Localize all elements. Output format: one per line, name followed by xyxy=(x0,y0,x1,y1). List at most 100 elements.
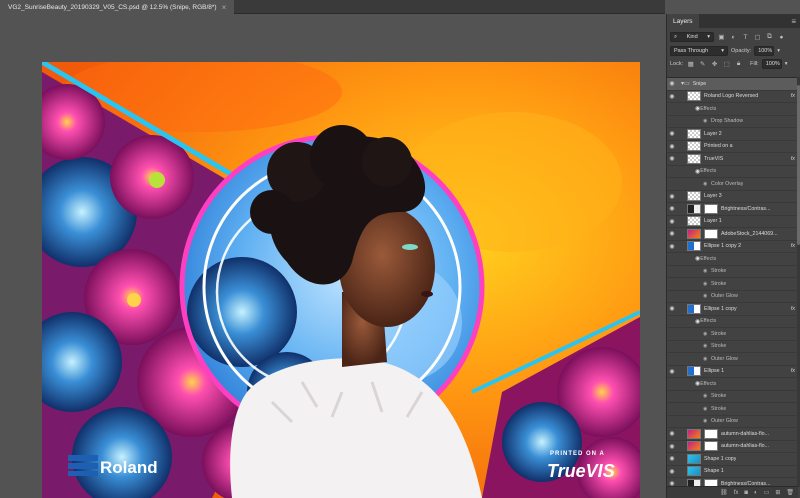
layer-row[interactable]: ◉ TrueVIS fx xyxy=(667,153,798,166)
layer-row[interactable]: ◉ Outer Glow xyxy=(667,353,798,366)
layer-row[interactable]: ◉ Ellipse 1 fx xyxy=(667,366,798,378)
blend-mode-select[interactable]: Pass Through ▾ xyxy=(670,45,728,56)
document-tab[interactable]: VG2_SunriseBeauty_20190329_V05_CS.psd @ … xyxy=(0,0,235,14)
lock-position-icon[interactable]: ✥ xyxy=(710,59,719,68)
layer-row[interactable]: ◉ autumn-dahlias-flo... xyxy=(667,441,798,453)
filter-toggle-icon[interactable]: ● xyxy=(777,33,786,42)
visibility-eye-icon[interactable]: ◉ xyxy=(667,130,677,137)
visibility-eye-icon[interactable]: ◉ xyxy=(667,218,677,225)
type-filter-icon[interactable]: T xyxy=(741,33,750,42)
canvas-workspace[interactable]: Roland PRINTED ON A TrueVIS xyxy=(0,14,665,498)
filter-kind-select[interactable]: ⌕ Kind ▾ xyxy=(670,32,714,42)
chevron-down-icon[interactable]: ▾ xyxy=(777,48,780,54)
effect-visibility-icon[interactable]: ◉ xyxy=(703,343,711,349)
visibility-eye-icon[interactable]: ◉ xyxy=(667,155,677,162)
close-tab-icon[interactable]: × xyxy=(222,3,227,12)
layer-row[interactable]: ◉ autumn-dahlias-flo... xyxy=(667,428,798,441)
visibility-eye-icon[interactable]: ◉ xyxy=(667,243,677,250)
visibility-eye-icon[interactable]: ◉ xyxy=(667,205,677,212)
layer-row[interactable]: ◉ Stroke xyxy=(667,391,798,403)
layer-row[interactable]: ◉ Outer Glow xyxy=(667,291,798,303)
layer-name: Brightness/Contras... xyxy=(721,205,771,212)
fill-field[interactable]: 100% xyxy=(761,58,782,69)
lock-artboard-icon[interactable]: ⬚ xyxy=(722,59,731,68)
visibility-eye-icon[interactable]: ◉ xyxy=(667,455,677,462)
new-group-icon[interactable]: ▭ xyxy=(764,489,770,496)
layer-effects-icon[interactable]: fx xyxy=(791,156,795,162)
lock-transparent-icon[interactable]: ▦ xyxy=(686,59,695,68)
trash-icon[interactable]: 🗑︎ xyxy=(786,489,794,496)
layer-row[interactable]: ◉ Effects xyxy=(667,316,798,328)
add-mask-icon[interactable]: ◙ xyxy=(744,490,748,496)
layer-row[interactable]: ◉ Layer 2 xyxy=(667,128,798,141)
opacity-field[interactable]: 100% xyxy=(754,45,775,56)
layer-row[interactable]: ◉ Effects xyxy=(667,103,798,116)
layer-row[interactable]: ◉ ▾ ▭ Snipe xyxy=(667,78,798,91)
layer-row[interactable]: ◉ Stroke xyxy=(667,266,798,278)
layer-row[interactable]: ◉ Drop Shadow xyxy=(667,116,798,128)
layer-thumbnail-icon xyxy=(687,91,701,102)
pixel-filter-icon[interactable]: ▣ xyxy=(717,33,726,42)
layer-name: Layer 3 xyxy=(704,193,722,200)
layer-row[interactable]: ◉ Shape 1 copy xyxy=(667,453,798,466)
layer-row[interactable]: ◉ Stroke xyxy=(667,328,798,341)
layer-row[interactable]: ◉ Stroke xyxy=(667,341,798,353)
layer-row[interactable]: ◉ Roland Logo Reversed fx xyxy=(667,91,798,103)
layer-thumbnail-icon xyxy=(687,453,701,464)
layer-row[interactable]: ◉ Stroke xyxy=(667,278,798,291)
layer-row[interactable]: ◉ Shape 1 xyxy=(667,466,798,478)
layer-row[interactable]: ◉ Effects xyxy=(667,378,798,391)
layer-row[interactable]: ◉ Ellipse 1 copy fx xyxy=(667,303,798,316)
visibility-eye-icon[interactable]: ◉ xyxy=(667,443,677,450)
visibility-eye-icon[interactable]: ◉ xyxy=(667,93,677,100)
effect-visibility-icon[interactable]: ◉ xyxy=(703,293,711,299)
visibility-eye-icon[interactable]: ◉ xyxy=(667,368,677,375)
layer-row[interactable]: ◉ Layer 1 xyxy=(667,216,798,228)
visibility-eye-icon[interactable]: ◉ xyxy=(667,143,677,150)
layer-row[interactable]: ◉ Outer Glow xyxy=(667,416,798,428)
adjustment-filter-icon[interactable]: ◐ xyxy=(729,33,738,42)
effect-visibility-icon[interactable]: ◉ xyxy=(703,356,711,362)
layer-row[interactable]: ◉ Layer 3 xyxy=(667,191,798,203)
effect-visibility-icon[interactable]: ◉ xyxy=(703,418,711,424)
smart-object-filter-icon[interactable]: ⧉ xyxy=(765,33,774,42)
layer-row[interactable]: ◉ Printed on a xyxy=(667,141,798,153)
layers-list[interactable]: ◉ ▾ ▭ Snipe ◉ Roland Logo Reversed fx ◉ Effects… xyxy=(667,77,798,487)
tab-layers[interactable]: Layers xyxy=(667,14,699,28)
effect-visibility-icon[interactable]: ◉ xyxy=(703,281,711,287)
visibility-eye-icon[interactable]: ◉ xyxy=(667,305,677,312)
new-layer-icon[interactable]: ⊞ xyxy=(775,489,780,496)
visibility-eye-icon[interactable]: ◉ xyxy=(667,468,677,475)
effect-visibility-icon[interactable]: ◉ xyxy=(703,268,711,274)
layer-row[interactable]: ◉ Ellipse 1 copy 2 fx xyxy=(667,241,798,253)
new-adjustment-icon[interactable]: ◐ xyxy=(754,490,758,496)
visibility-eye-icon[interactable]: ◉ xyxy=(667,80,677,87)
layer-row[interactable]: ◉ Color Overlay xyxy=(667,178,798,191)
layer-row[interactable]: ◉ Effects xyxy=(667,166,798,178)
chevron-down-icon[interactable]: ▾ xyxy=(785,61,788,67)
layer-effects-icon[interactable]: fx xyxy=(791,306,795,312)
visibility-eye-icon[interactable]: ◉ xyxy=(667,430,677,437)
panel-menu-icon[interactable]: ≡ xyxy=(791,17,796,26)
layer-effects-icon[interactable]: fx xyxy=(791,368,795,374)
layer-effects-icon[interactable]: fx xyxy=(791,243,795,249)
layer-row[interactable]: ◉ Brightness/Contras... xyxy=(667,203,798,216)
layer-row[interactable]: ◉ AdobeStock_2144069... xyxy=(667,228,798,241)
link-layers-icon[interactable]: ⛓ xyxy=(720,489,728,496)
effect-visibility-icon[interactable]: ◉ xyxy=(703,393,711,399)
effect-visibility-icon[interactable]: ◉ xyxy=(703,331,711,337)
panel-footer: ⛓ fx ◙ ◐ ▭ ⊞ 🗑︎ xyxy=(667,486,798,498)
visibility-eye-icon[interactable]: ◉ xyxy=(667,193,677,200)
lock-image-icon[interactable]: ✎ xyxy=(698,59,707,68)
layer-row[interactable]: ◉ Stroke xyxy=(667,403,798,416)
effect-visibility-icon[interactable]: ◉ xyxy=(703,406,711,412)
layer-row[interactable]: ◉ Effects xyxy=(667,253,798,266)
add-style-icon[interactable]: fx xyxy=(734,490,739,496)
shape-filter-icon[interactable]: ▢ xyxy=(753,33,762,42)
effect-visibility-icon[interactable]: ◉ xyxy=(703,118,711,124)
visibility-eye-icon[interactable]: ◉ xyxy=(667,230,677,237)
layer-effects-icon[interactable]: fx xyxy=(791,93,795,99)
lock-all-icon[interactable]: 🔒︎ xyxy=(734,59,743,68)
document-canvas[interactable]: Roland PRINTED ON A TrueVIS xyxy=(42,62,640,498)
effect-visibility-icon[interactable]: ◉ xyxy=(703,181,711,187)
